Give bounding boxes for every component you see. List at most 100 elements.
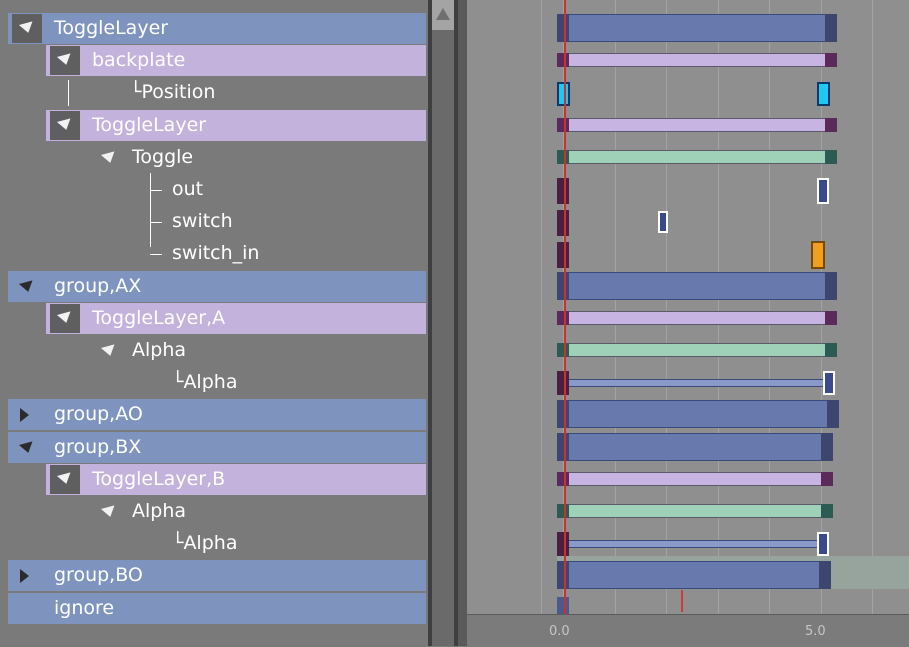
layer-label: group,BX: [54, 435, 142, 458]
clip-end-handle[interactable]: [825, 310, 837, 325]
clip-bar[interactable]: [557, 432, 825, 461]
clip-stub[interactable]: [557, 596, 569, 614]
layer-label: ToggleLayer,B: [92, 467, 226, 490]
clip-bar[interactable]: [563, 149, 827, 164]
clip-start-handle[interactable]: [557, 149, 569, 164]
clip-start-handle[interactable]: [557, 14, 569, 42]
clip-end-handle[interactable]: [825, 117, 837, 132]
expand-triangle-icon[interactable]: [100, 505, 118, 519]
expand-triangle-icon: [56, 472, 74, 486]
ruler-label-5: 5.0: [805, 624, 826, 639]
clip-bar[interactable]: [563, 471, 823, 486]
keyframe-end[interactable]: [811, 241, 825, 270]
expand-box[interactable]: [50, 46, 80, 76]
clip-end-handle[interactable]: [821, 504, 833, 518]
keyframe-start[interactable]: [557, 178, 569, 204]
clip-end-handle[interactable]: [821, 471, 833, 486]
clip-end-handle[interactable]: [825, 53, 837, 68]
layer-label: Toggle: [132, 145, 194, 168]
layer-label: ToggleLayer,A: [92, 306, 226, 329]
layer-label: switch: [172, 210, 233, 233]
grid-line: [769, 0, 770, 614]
layer-tree-panel: ToggleLayer backplate └Position ToggleLayer…: [0, 0, 428, 646]
vertical-scrollbar[interactable]: [428, 0, 458, 646]
layer-label: ignore: [54, 596, 115, 619]
clip-start-handle[interactable]: [557, 504, 569, 518]
clip-bar[interactable]: [563, 117, 827, 132]
clip-start-handle[interactable]: [557, 432, 569, 461]
clip-end-handle[interactable]: [825, 271, 837, 300]
keyframe-end[interactable]: [817, 82, 830, 107]
time-ruler[interactable]: 0.0 5.0: [467, 614, 909, 647]
tree-connector-line: [68, 80, 69, 106]
clip-end-handle[interactable]: [819, 561, 831, 590]
keyframe-start[interactable]: [557, 210, 569, 237]
current-time-marker[interactable]: [681, 590, 683, 612]
expand-triangle-icon[interactable]: [100, 344, 118, 358]
layer-label: Alpha: [132, 339, 187, 361]
collapse-triangle-icon[interactable]: [20, 408, 29, 423]
clip-start-handle[interactable]: [557, 117, 569, 132]
keyframe-start[interactable]: [557, 532, 569, 557]
playhead-line[interactable]: [564, 0, 566, 614]
clip-bar[interactable]: [557, 400, 831, 429]
keyframe-mid[interactable]: [658, 211, 668, 234]
keyframe-start[interactable]: [557, 371, 569, 396]
curve-bar[interactable]: [563, 540, 821, 549]
layer-label: └Alpha: [172, 371, 238, 394]
clip-bar[interactable]: [557, 14, 829, 42]
clip-start-handle[interactable]: [557, 310, 569, 325]
layer-label: out: [172, 178, 204, 200]
scroll-up-arrow-icon[interactable]: [436, 8, 450, 20]
expand-box[interactable]: [50, 110, 80, 140]
grid-line: [872, 0, 873, 614]
expand-box[interactable]: [50, 464, 80, 494]
layer-label: switch_in: [172, 242, 260, 265]
panel-divider[interactable]: [458, 0, 467, 646]
expand-triangle-icon: [56, 311, 74, 325]
clip-bar[interactable]: [557, 561, 823, 590]
clip-start-handle[interactable]: [557, 471, 569, 486]
clip-end-handle[interactable]: [821, 432, 833, 461]
layer-label: Alpha: [132, 500, 187, 522]
expand-triangle-icon: [56, 117, 74, 132]
clip-start-handle[interactable]: [557, 53, 569, 68]
clip-end-handle[interactable]: [825, 343, 837, 357]
ruler-label-start: 0.0: [549, 624, 570, 639]
timeline-track-area[interactable]: [467, 0, 909, 614]
tree-connector-line: [150, 222, 162, 223]
grid-line: [541, 0, 542, 614]
curve-bar[interactable]: [563, 379, 827, 388]
layer-label: ToggleLayer: [54, 17, 169, 39]
keyframe-end[interactable]: [817, 532, 829, 557]
expand-triangle-icon[interactable]: [100, 151, 118, 165]
expand-triangle-icon: [56, 53, 74, 67]
expand-box[interactable]: [12, 14, 42, 43]
grid-line: [718, 0, 719, 614]
keyframe-end[interactable]: [817, 178, 829, 204]
clip-start-handle[interactable]: [557, 561, 569, 590]
grid-line: [666, 0, 667, 614]
keyframe-end[interactable]: [823, 371, 835, 396]
expand-box[interactable]: [50, 303, 80, 333]
clip-bar[interactable]: [557, 271, 829, 300]
keyframe-start[interactable]: [557, 242, 569, 269]
timeline-editor: ToggleLayer backplate └Position ToggleLayer…: [0, 0, 909, 647]
clip-bar[interactable]: [563, 504, 823, 518]
layer-label: group,AX: [54, 274, 142, 297]
clip-start-handle[interactable]: [557, 271, 569, 300]
expand-triangle-icon: [18, 21, 36, 35]
clip-end-handle[interactable]: [825, 14, 837, 42]
clip-end-handle[interactable]: [827, 400, 839, 429]
clip-start-handle[interactable]: [557, 400, 569, 429]
scrollbar-track[interactable]: [432, 0, 454, 646]
clip-end-handle[interactable]: [825, 149, 837, 164]
tree-connector-line: [150, 190, 162, 191]
collapse-triangle-icon[interactable]: [20, 569, 29, 584]
layer-label: └Alpha: [172, 532, 238, 555]
grid-line: [615, 0, 616, 614]
clip-bar[interactable]: [563, 310, 827, 325]
clip-bar[interactable]: [563, 53, 827, 68]
clip-start-handle[interactable]: [557, 343, 569, 357]
clip-bar[interactable]: [563, 343, 827, 357]
